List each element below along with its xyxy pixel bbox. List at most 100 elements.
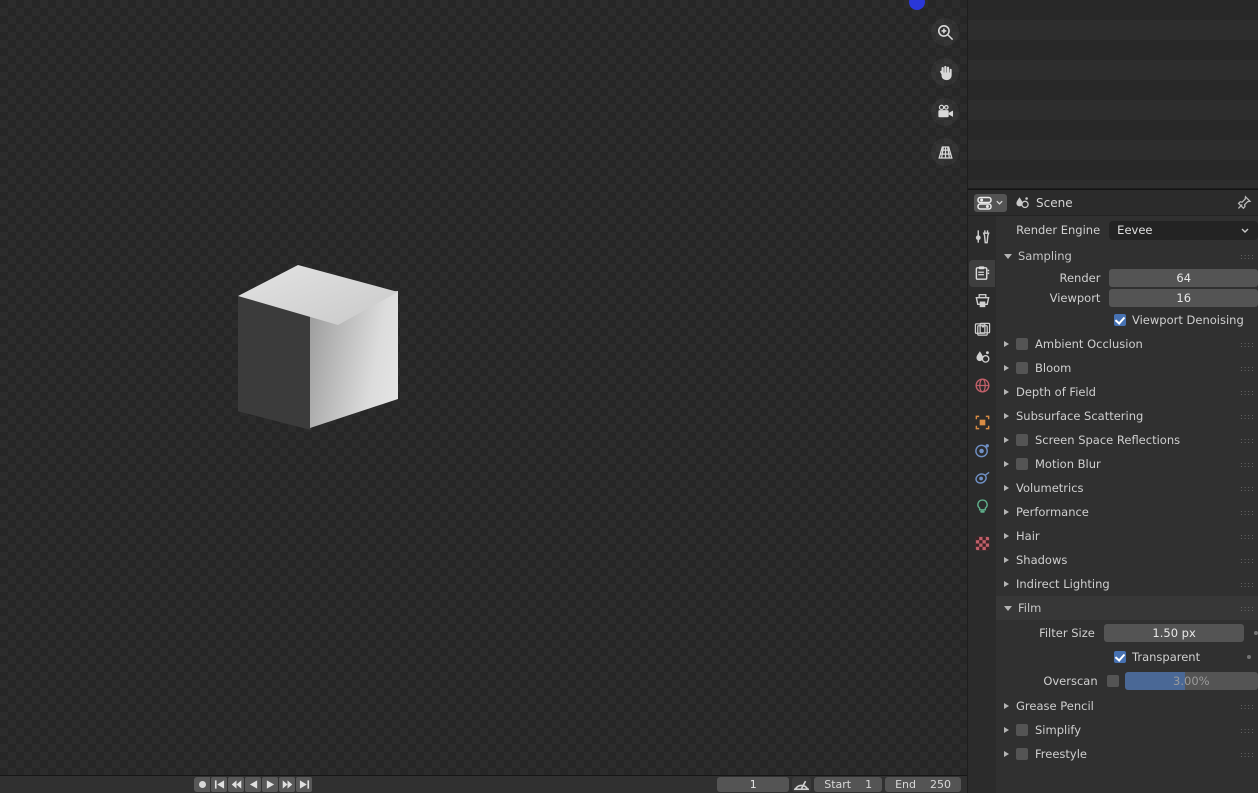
tab-tool[interactable] — [969, 223, 995, 250]
sampling-viewport-field[interactable]: 16 — [1109, 289, 1258, 307]
panel-shadows-header[interactable]: Shadows:::: — [996, 548, 1258, 572]
sampling-viewport-row: Viewport 16 — [996, 288, 1258, 308]
panel-performance-header[interactable]: Performance:::: — [996, 500, 1258, 524]
frame-start-field[interactable]: Start 1 — [814, 777, 883, 792]
panel-enable-checkbox[interactable] — [1016, 458, 1028, 470]
film-transparent-checkbox[interactable] — [1114, 651, 1126, 663]
tab-world[interactable] — [969, 372, 995, 399]
panel-enable-checkbox[interactable] — [1016, 338, 1028, 350]
render-engine-label: Render Engine — [1016, 223, 1101, 237]
jump-to-end-icon[interactable] — [296, 777, 312, 792]
panel-label: Motion Blur — [1035, 457, 1101, 471]
panel-subsurface-scattering-header[interactable]: Subsurface Scattering:::: — [996, 404, 1258, 428]
disclosure-triangle-icon — [1004, 365, 1009, 371]
panel-label: Screen Space Reflections — [1035, 433, 1181, 447]
film-overscan-value: 3.00% — [1173, 674, 1210, 688]
3d-viewport[interactable] — [0, 0, 967, 775]
tab-object[interactable] — [969, 409, 995, 436]
tab-scene[interactable] — [969, 344, 995, 371]
film-filter-size-row: Filter Size 1.50 px — [996, 620, 1258, 646]
panel-freestyle-header[interactable]: Freestyle:::: — [996, 742, 1258, 766]
drag-grip-icon: :::: — [1240, 555, 1255, 565]
render-engine-value: Eevee — [1117, 223, 1153, 237]
film-overscan-slider[interactable]: 3.00% — [1124, 672, 1258, 690]
film-filter-size-field[interactable]: 1.50 px — [1103, 624, 1245, 642]
outliner-row — [968, 80, 1258, 100]
grid-icon[interactable] — [931, 138, 959, 166]
film-transparent-label: Transparent — [1132, 650, 1201, 664]
outliner-row — [968, 180, 1258, 188]
tab-constraints[interactable] — [969, 465, 995, 492]
drag-grip-icon: :::: — [1240, 701, 1255, 711]
timeline-editor[interactable]: 1 Start 1 End 250 — [0, 775, 967, 793]
panel-enable-checkbox[interactable] — [1016, 748, 1028, 760]
record-icon[interactable] — [194, 777, 210, 792]
panel-volumetrics-header[interactable]: Volumetrics:::: — [996, 476, 1258, 500]
panel-label: Performance — [1016, 505, 1089, 519]
drag-grip-icon: :::: — [1240, 387, 1255, 397]
panel-enable-checkbox[interactable] — [1016, 434, 1028, 446]
current-frame-field[interactable]: 1 — [717, 777, 790, 792]
panel-label: Ambient Occlusion — [1035, 337, 1143, 351]
viewport-denoising-row: Viewport Denoising — [996, 308, 1258, 332]
tab-data[interactable] — [969, 493, 995, 520]
playback-controls — [194, 777, 312, 792]
tab-view-layer[interactable] — [969, 316, 995, 343]
disclosure-triangle-icon — [1004, 581, 1009, 587]
drag-grip-icon: :::: — [1240, 363, 1255, 373]
panel-label: Bloom — [1035, 361, 1072, 375]
panel-depth-of-field-header[interactable]: Depth of Field:::: — [996, 380, 1258, 404]
animate-decorator-icon[interactable] — [1254, 631, 1258, 635]
viewport-denoising-checkbox[interactable] — [1114, 314, 1126, 326]
frame-end-field[interactable]: End 250 — [885, 777, 961, 792]
previous-keyframe-icon[interactable] — [228, 777, 244, 792]
panel-label: Indirect Lighting — [1016, 577, 1110, 591]
tab-render[interactable] — [969, 260, 995, 287]
cube-object[interactable] — [238, 265, 398, 430]
properties-editor[interactable]: Scene Render Engine Eevee Sampling:::: … — [968, 189, 1258, 793]
panel-screen-space-reflections-header[interactable]: Screen Space Reflections:::: — [996, 428, 1258, 452]
tab-output[interactable] — [969, 288, 995, 315]
pin-icon[interactable] — [1236, 194, 1252, 211]
camera-icon[interactable] — [931, 98, 959, 126]
navigation-gizmo[interactable] — [909, 0, 925, 10]
panel-motion-blur-header[interactable]: Motion Blur:::: — [996, 452, 1258, 476]
frame-end-value: 250 — [930, 778, 951, 791]
render-engine-dropdown[interactable]: Eevee — [1109, 220, 1258, 240]
disclosure-triangle-icon — [1004, 533, 1009, 539]
panel-sampling-header[interactable]: Sampling :::: — [996, 244, 1258, 268]
outliner-editor[interactable] — [968, 0, 1258, 188]
jump-to-start-icon[interactable] — [211, 777, 227, 792]
animate-decorator-icon[interactable] — [1247, 655, 1252, 659]
play-icon[interactable] — [262, 777, 278, 792]
disclosure-triangle-icon — [1004, 341, 1009, 347]
editor-type-selector[interactable] — [974, 193, 1007, 212]
outliner-row — [968, 60, 1258, 80]
panel-grease-pencil-header[interactable]: Grease Pencil:::: — [996, 694, 1258, 718]
properties-header: Scene — [968, 190, 1258, 216]
panel-ambient-occlusion-header[interactable]: Ambient Occlusion:::: — [996, 332, 1258, 356]
next-keyframe-icon[interactable] — [279, 777, 295, 792]
properties-body: Render Engine Eevee Sampling :::: Render… — [968, 216, 1258, 793]
sampling-render-field[interactable]: 64 — [1109, 269, 1258, 287]
zoom-icon[interactable] — [931, 18, 959, 46]
panel-enable-checkbox[interactable] — [1016, 362, 1028, 374]
tab-material[interactable] — [969, 530, 995, 557]
panel-indirect-lighting-header[interactable]: Indirect Lighting:::: — [996, 572, 1258, 596]
output-printer-icon — [974, 294, 990, 308]
film-overscan-checkbox[interactable] — [1106, 675, 1119, 687]
chevron-down-icon — [996, 200, 1003, 205]
auto-keyframe-icon[interactable] — [792, 777, 812, 792]
panel-label: Simplify — [1035, 723, 1082, 737]
collapsed-panel-list: Ambient Occlusion:::: Bloom:::: Depth of F… — [996, 332, 1258, 596]
tab-modifiers[interactable] — [969, 437, 995, 464]
play-reverse-icon[interactable] — [245, 777, 261, 792]
panel-simplify-header[interactable]: Simplify:::: — [996, 718, 1258, 742]
panel-film-header[interactable]: Film :::: — [996, 596, 1258, 620]
panel-enable-checkbox[interactable] — [1016, 724, 1028, 736]
sampling-render-label: Render — [1059, 271, 1101, 285]
panel-hair-header[interactable]: Hair:::: — [996, 524, 1258, 548]
hand-icon[interactable] — [931, 58, 959, 86]
panel-label: Subsurface Scattering — [1016, 409, 1144, 423]
panel-bloom-header[interactable]: Bloom:::: — [996, 356, 1258, 380]
